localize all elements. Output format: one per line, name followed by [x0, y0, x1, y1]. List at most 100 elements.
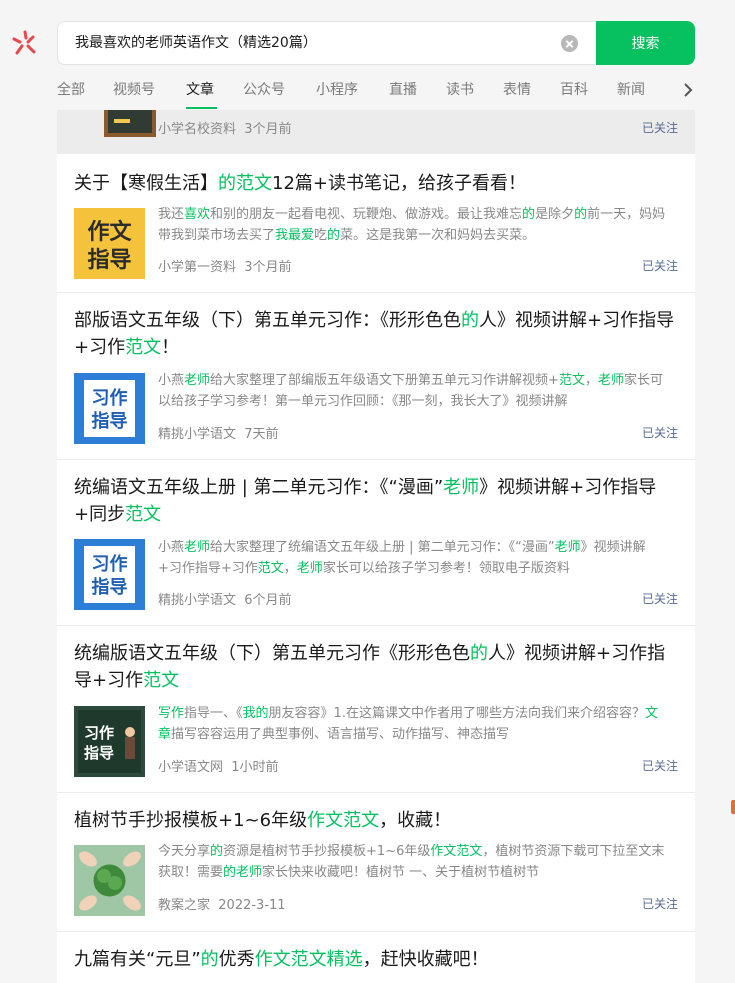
- highlighted-term: 老师: [597, 373, 624, 388]
- text-segment: 给大家整理了统编语文五年级上册 | 第二单元习作：《“漫画”: [210, 540, 555, 555]
- search-input[interactable]: [75, 22, 555, 64]
- text-segment: 给大家整理了部编版五年级语文下册第五单元习作讲解视频+: [210, 373, 559, 388]
- highlighted-term: 我最爱: [275, 228, 315, 243]
- result-time: 7天前: [244, 427, 279, 442]
- result-card[interactable]: 关于【寒假生活】的范文12篇+读书笔记，给孩子看看！ 作文 指导 我还喜欢和别的…: [57, 154, 695, 293]
- highlighted-term: 的: [522, 207, 536, 222]
- results-list: 小学名校资料 3个月前 已关注 关于【寒假生活】的范文12篇+读书笔记，给孩子看…: [57, 110, 695, 983]
- highlighted-term: 作文范文: [430, 844, 483, 859]
- svg-text:作文: 作文: [87, 219, 132, 245]
- text-segment: 家长快来收藏吧！植树节 一、关于植树节植树节: [262, 865, 540, 880]
- result-card[interactable]: 小学名校资料 3个月前 已关注: [57, 110, 695, 154]
- chevron-right-icon[interactable]: [681, 82, 695, 98]
- zuowen-zhidao-thumbnail: 作文 指导: [74, 208, 145, 279]
- text-segment: ，收藏！: [379, 810, 452, 831]
- result-source[interactable]: 教案之家: [158, 898, 210, 913]
- followed-label[interactable]: 已关注: [642, 424, 678, 441]
- tab-channels[interactable]: 视频号: [113, 78, 155, 102]
- result-source[interactable]: 精挑小学语文: [158, 427, 236, 442]
- followed-label[interactable]: 已关注: [642, 895, 678, 912]
- followed-label[interactable]: 已关注: [642, 119, 678, 136]
- result-title[interactable]: 部版语文五年级（下）第五单元习作：《形形色色的人》视频讲解+习作指导+习作范文！: [74, 307, 678, 361]
- xizuo-zhidao-thumbnail: 习作 指导: [74, 539, 145, 610]
- clear-icon[interactable]: [561, 35, 578, 52]
- highlighted-term: 范文: [558, 373, 585, 388]
- result-time: 3个月前: [244, 122, 292, 137]
- followed-label[interactable]: 已关注: [642, 757, 678, 774]
- text-segment: 吃: [314, 228, 328, 243]
- highlighted-term: 老师: [554, 540, 581, 555]
- tab-all[interactable]: 全部: [57, 78, 85, 102]
- text-segment: 统编版语文五年级（下）第五单元习作《形形色色: [74, 643, 470, 664]
- highlighted-term: 的: [200, 949, 219, 970]
- svg-text:习作: 习作: [92, 387, 128, 409]
- text-segment: 指导一、《: [184, 706, 243, 721]
- tab-articles[interactable]: 文章: [186, 78, 214, 102]
- highlighted-term: 的: [574, 207, 588, 222]
- text-segment: 描写容容运用了典型事例、语言描写、动作描写、神态描写: [171, 727, 510, 742]
- result-card[interactable]: 九篇有关“元旦”的优秀作文范文精选，赶快收藏吧！: [57, 932, 695, 983]
- result-source[interactable]: 精挑小学语文: [158, 593, 236, 608]
- chalkboard-thumbnail: [104, 110, 156, 137]
- result-title[interactable]: 统编语文五年级上册 | 第二单元习作：《“漫画”老师》视频讲解+习作指导+同步范…: [74, 474, 678, 528]
- result-source[interactable]: 小学第一资料: [158, 260, 236, 275]
- highlighted-term: 的: [461, 310, 479, 331]
- category-tabs: 全部 视频号 文章 公众号 小程序 直播 读书 表情 百科 新闻: [57, 76, 697, 110]
- svg-text:指导: 指导: [84, 744, 114, 762]
- svg-text:指导: 指导: [87, 248, 131, 273]
- text-segment: 植树节手抄报模板+1~6年级: [74, 810, 308, 831]
- tab-live[interactable]: 直播: [389, 78, 417, 102]
- text-segment: 小燕: [158, 540, 185, 555]
- result-title[interactable]: 植树节手抄报模板+1~6年级作文范文，收藏！: [74, 807, 678, 834]
- highlighted-term: 范文: [257, 561, 284, 576]
- highlighted-term: 范文: [125, 337, 162, 358]
- active-tab-indicator: [186, 107, 217, 109]
- highlighted-term: 老师: [184, 540, 211, 555]
- highlighted-term: 老师: [443, 477, 480, 498]
- highlighted-term: 作文范文精选: [254, 949, 363, 970]
- search-button[interactable]: 搜索: [596, 21, 695, 65]
- result-snippet: 今天分享的资源是植树节手抄报模板+1~6年级作文范文，植树节资源下载可下拉至文末…: [158, 841, 668, 883]
- highlighted-term: 作文范文: [307, 810, 380, 831]
- result-source[interactable]: 小学名校资料: [158, 122, 236, 137]
- result-snippet: 我还喜欢和别的朋友一起看电视、玩鞭炮、做游戏。最让我难忘的是除夕的前一天，妈妈带…: [158, 204, 668, 246]
- blackboard-xizuo-thumbnail: 习作 指导: [74, 706, 145, 777]
- xizuo-zhidao-thumbnail: 习作 指导: [74, 373, 145, 444]
- highlighted-term: 写作: [158, 706, 185, 721]
- result-time: 3个月前: [244, 260, 292, 275]
- text-segment: 统编语文五年级上册 | 第二单元习作：《“漫画”: [74, 477, 444, 498]
- highlighted-term: 的范文: [218, 173, 272, 194]
- tab-mini-programs[interactable]: 小程序: [316, 78, 358, 102]
- wechat-search-logo-icon: [12, 30, 36, 55]
- highlighted-term: 范文: [143, 670, 180, 691]
- result-snippet: 写作指导一、《我的朋友容容》1.在这篇课文中作者用了哪些方法向我们来介绍容容？文…: [158, 703, 668, 745]
- result-title[interactable]: 统编版语文五年级（下）第五单元习作《形形色色的人》视频讲解+习作指导+习作范文: [74, 640, 678, 694]
- highlighted-term: 老师: [296, 561, 323, 576]
- text-segment: ！: [161, 337, 180, 358]
- followed-label[interactable]: 已关注: [642, 590, 678, 607]
- result-time: 2022-3-11: [218, 898, 286, 913]
- result-card[interactable]: 植树节手抄报模板+1~6年级作文范文，收藏！ 今天分享的资源是植树节手抄报模板+…: [57, 793, 695, 932]
- result-card[interactable]: 统编版语文五年级（下）第五单元习作《形形色色的人》视频讲解+习作指导+习作范文 …: [57, 626, 695, 793]
- highlighted-term: 老师: [184, 373, 211, 388]
- text-segment: ，: [283, 561, 297, 576]
- result-card[interactable]: 部版语文五年级（下）第五单元习作：《形形色色的人》视频讲解+习作指导+习作范文！…: [57, 293, 695, 460]
- result-title[interactable]: 九篇有关“元旦”的优秀作文范文精选，赶快收藏吧！: [74, 946, 678, 973]
- svg-text:指导: 指导: [92, 576, 128, 598]
- result-source[interactable]: 小学语文网: [158, 760, 223, 775]
- followed-label[interactable]: 已关注: [642, 257, 678, 274]
- svg-text:习作: 习作: [92, 553, 128, 575]
- highlighted-term: 的老师: [223, 865, 263, 880]
- result-card[interactable]: 统编语文五年级上册 | 第二单元习作：《“漫画”老师》视频讲解+习作指导+同步范…: [57, 460, 695, 626]
- text-segment: 关于【寒假生活】: [74, 173, 218, 194]
- highlighted-term: 的: [470, 643, 488, 664]
- tab-news[interactable]: 新闻: [617, 78, 645, 102]
- tab-books[interactable]: 读书: [446, 78, 474, 102]
- result-time: 1小时前: [231, 760, 279, 775]
- result-snippet: 小燕老师给大家整理了统编语文五年级上册 | 第二单元习作：《“漫画”老师》视频讲…: [158, 537, 668, 579]
- text-segment: 是除夕: [535, 207, 575, 222]
- tab-stickers[interactable]: 表情: [503, 78, 531, 102]
- result-title[interactable]: 关于【寒假生活】的范文12篇+读书笔记，给孩子看看！: [74, 170, 678, 197]
- tab-official-accounts[interactable]: 公众号: [243, 78, 285, 102]
- tab-encyclopedia[interactable]: 百科: [560, 78, 588, 102]
